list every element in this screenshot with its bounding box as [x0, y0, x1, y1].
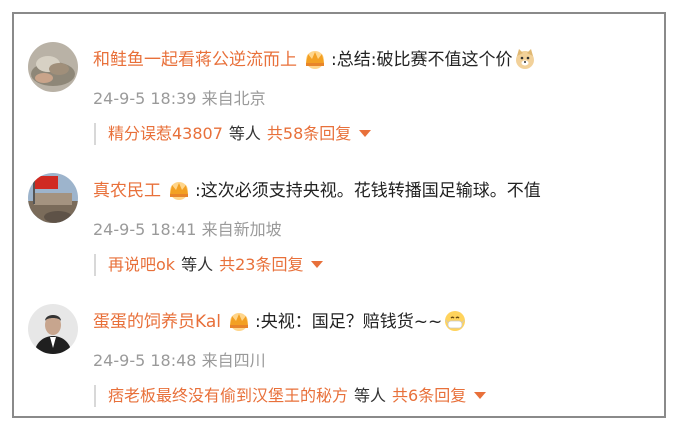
crown-badge-icon: [303, 49, 327, 76]
comment-line: 真农民工 :这次必须支持央视。花钱转播国足输球。不值: [93, 179, 541, 207]
others-label: 等人: [354, 386, 387, 405]
avatar[interactable]: [28, 304, 78, 354]
username-link[interactable]: 真农民工: [93, 181, 161, 201]
others-label: 等人: [228, 124, 261, 143]
location: 来自四川: [201, 351, 266, 370]
caret-down-icon[interactable]: [474, 392, 487, 399]
mask-face-icon: [444, 310, 466, 339]
crown-badge-icon: [167, 180, 191, 207]
caret-down-icon[interactable]: [359, 130, 372, 137]
location: 来自新加坡: [201, 220, 282, 239]
comment-meta: 24-9-5 18:41 来自新加坡: [93, 216, 282, 240]
location: 来自北京: [201, 89, 266, 108]
view-replies-link[interactable]: 共23条回复: [219, 255, 303, 274]
username-link[interactable]: 和鲑鱼一起看蒋公逆流而上: [93, 50, 297, 70]
comment-meta: 24-9-5 18:39 来自北京: [93, 85, 266, 109]
comment-line: 和鲑鱼一起看蒋公逆流而上 :总结:破比赛不值这个价: [93, 48, 536, 77]
view-replies-link[interactable]: 共6条回复: [392, 386, 466, 405]
avatar[interactable]: [28, 173, 78, 223]
timestamp: 24-9-5 18:48: [93, 351, 197, 370]
replier-link[interactable]: 再说吧ok: [108, 255, 175, 274]
comment-line: 蛋蛋的饲养员Kal :央视：国足？赔钱货~~: [93, 310, 466, 339]
username-link[interactable]: 蛋蛋的饲养员Kal: [93, 312, 221, 332]
reply-summary[interactable]: 再说吧ok 等人 共23条回复: [94, 254, 324, 276]
replier-link[interactable]: 痞老板最终没有偷到汉堡王的秘方: [108, 386, 348, 405]
doge-icon: [514, 48, 536, 77]
comment-text: :这次必须支持央视。花钱转播国足输球。不值: [195, 181, 541, 201]
reply-summary[interactable]: 痞老板最终没有偷到汉堡王的秘方 等人 共6条回复: [94, 385, 487, 407]
replier-link[interactable]: 精分误惹43807: [108, 124, 223, 143]
reply-summary[interactable]: 精分误惹43807 等人 共58条回复: [94, 123, 372, 145]
comment-text: :总结:破比赛不值这个价: [331, 50, 513, 70]
timestamp: 24-9-5 18:39: [93, 89, 197, 108]
comment-meta: 24-9-5 18:48 来自四川: [93, 347, 266, 371]
view-replies-link[interactable]: 共58条回复: [267, 124, 351, 143]
caret-down-icon[interactable]: [311, 261, 324, 268]
timestamp: 24-9-5 18:41: [93, 220, 197, 239]
others-label: 等人: [181, 255, 214, 274]
comment-text: :央视：国足？赔钱货~~: [255, 312, 443, 332]
crown-badge-icon: [227, 311, 251, 338]
avatar[interactable]: [28, 42, 78, 92]
comment-list: 和鲑鱼一起看蒋公逆流而上 :总结:破比赛不值这个价 24-9-5 18:39 来自…: [12, 12, 666, 418]
